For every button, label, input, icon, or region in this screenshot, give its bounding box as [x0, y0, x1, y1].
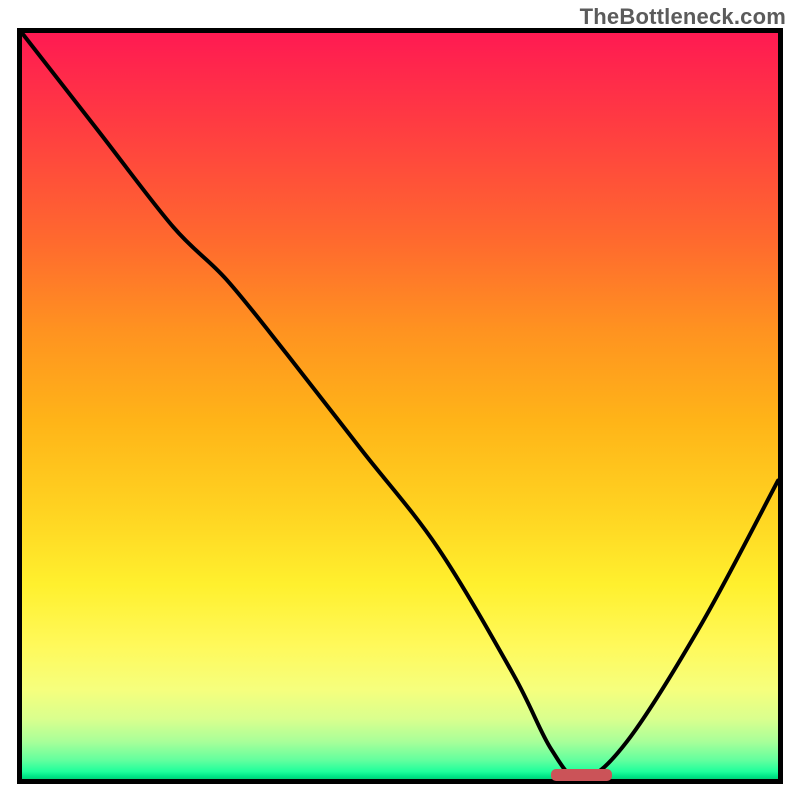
chart-container: TheBottleneck.com	[0, 0, 800, 800]
plot-area	[17, 28, 783, 784]
bottleneck-curve	[22, 33, 778, 779]
watermark-text: TheBottleneck.com	[580, 4, 786, 30]
optimal-range-marker	[551, 769, 611, 781]
